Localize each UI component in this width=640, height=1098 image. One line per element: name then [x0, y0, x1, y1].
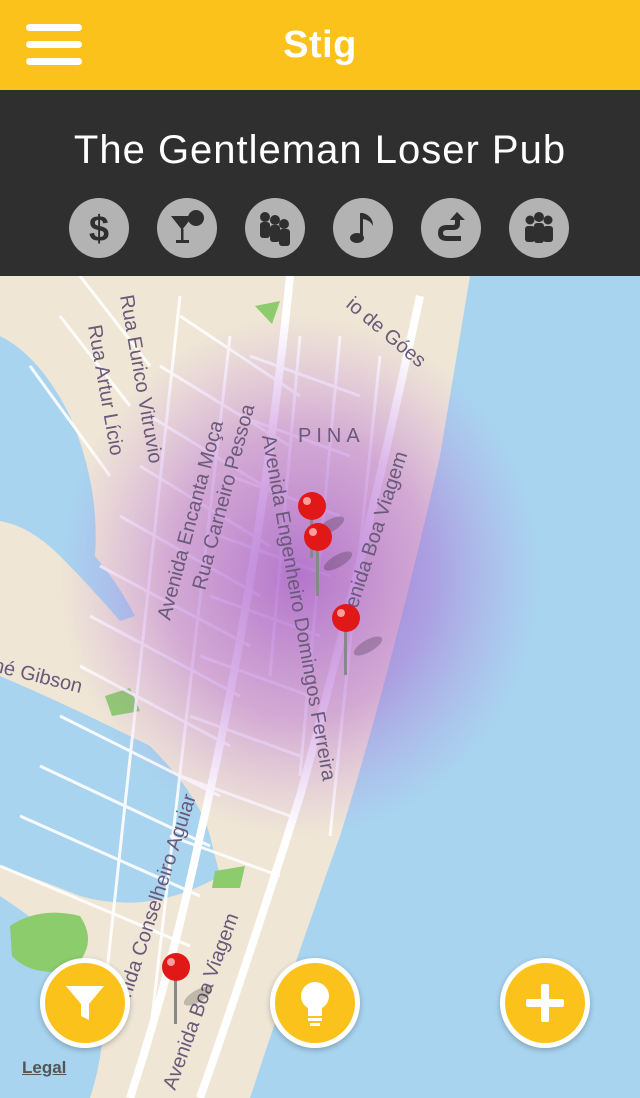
svg-text:$: $: [89, 208, 109, 248]
filter-icon: [66, 986, 104, 1020]
cocktail-icon[interactable]: [157, 198, 217, 258]
district-label-pina: PINA: [298, 425, 365, 447]
dollar-icon[interactable]: $: [69, 198, 129, 258]
music-note-icon[interactable]: [333, 198, 393, 258]
legal-link[interactable]: Legal: [22, 1058, 66, 1078]
app-title: Stig: [283, 24, 357, 66]
plus-icon: [526, 984, 564, 1022]
venue-panel: The Gentleman Loser Pub $: [0, 90, 640, 276]
route-icon[interactable]: [421, 198, 481, 258]
group-icon[interactable]: [509, 198, 569, 258]
suggest-button[interactable]: [270, 958, 360, 1048]
lightbulb-icon: [301, 982, 329, 1026]
crowd-icon[interactable]: [245, 198, 305, 258]
add-button[interactable]: [500, 958, 590, 1048]
app-bar: Stig: [0, 0, 640, 90]
venue-name: The Gentleman Loser Pub: [73, 128, 567, 172]
filter-button[interactable]: [40, 958, 130, 1048]
category-row: $: [69, 198, 571, 260]
